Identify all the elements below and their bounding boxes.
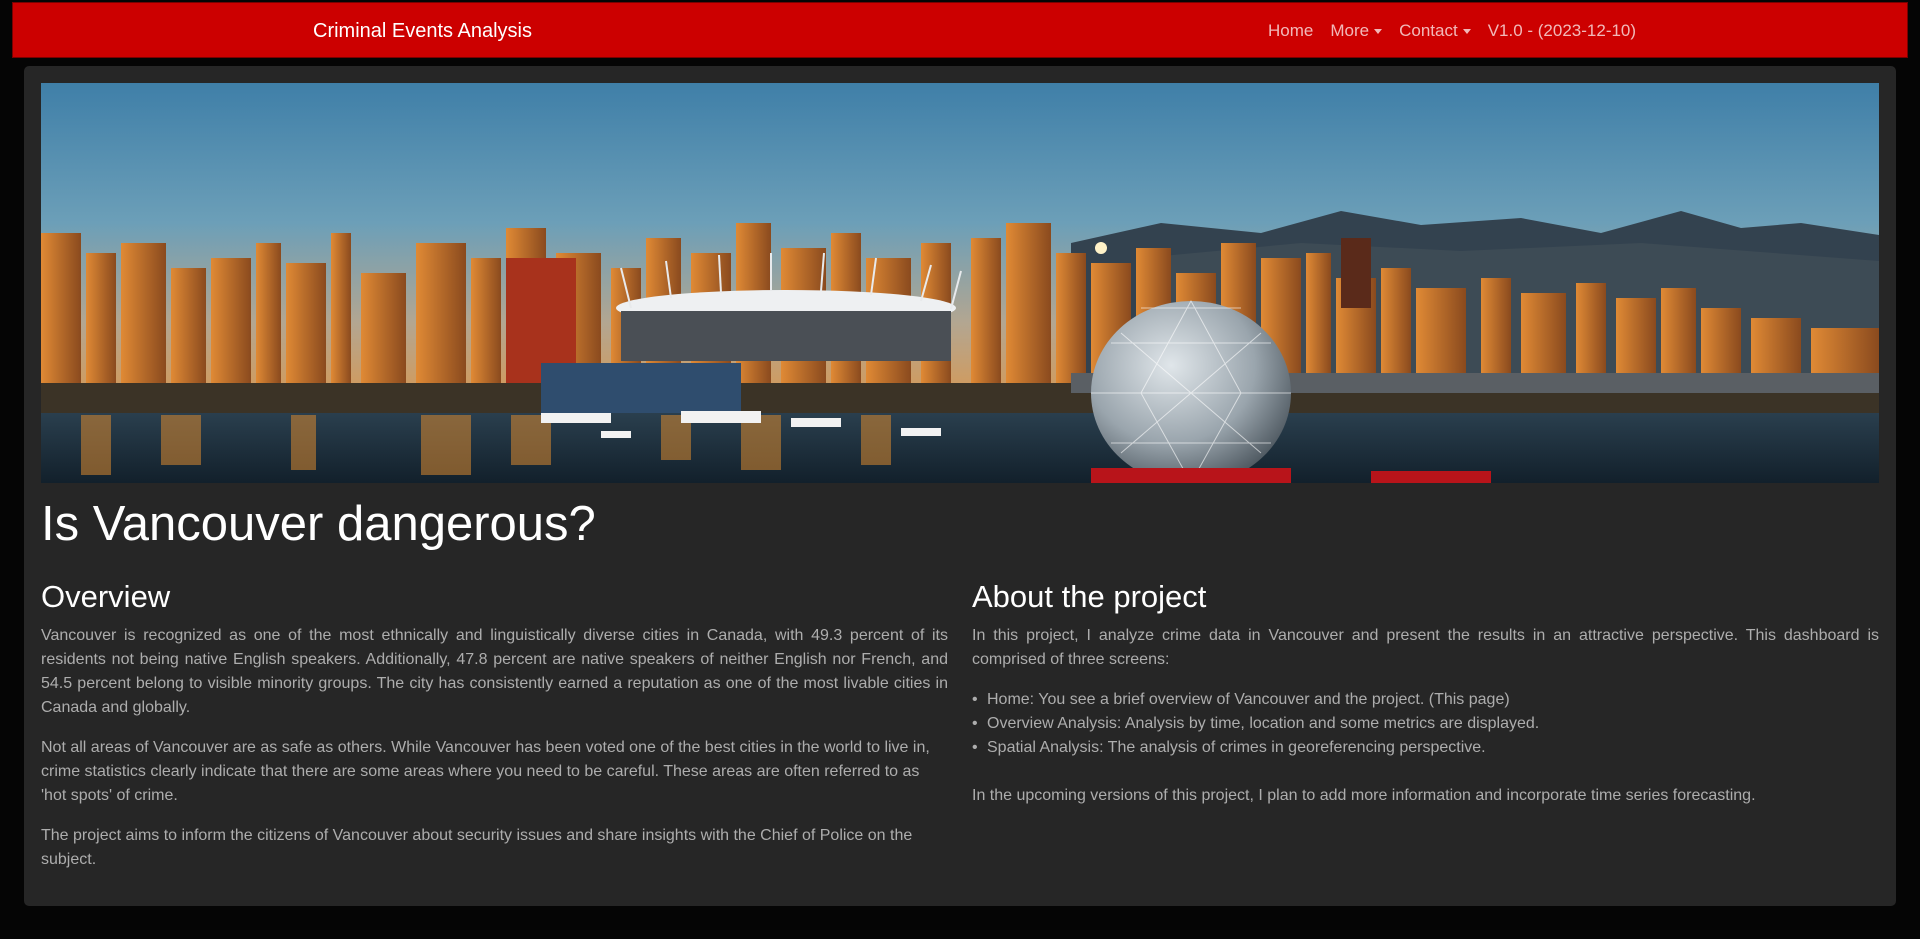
list-item: Overview Analysis: Analysis by time, loc… (972, 712, 1879, 736)
nav-more-label: More (1330, 21, 1370, 40)
list-item: Spatial Analysis: The analysis of crimes… (972, 736, 1879, 760)
chevron-down-icon (1374, 28, 1383, 34)
nav-contact-dropdown[interactable]: Contact (1399, 21, 1471, 41)
about-heading: About the project (972, 579, 1207, 614)
nav-contact-label: Contact (1399, 21, 1458, 40)
overview-paragraph: The project aims to inform the citizens … (41, 827, 913, 868)
nav-links: Home More Contact V1.0 - (2023-12-10) (1268, 3, 1653, 59)
overview-paragraph: Vancouver is recognized as one of the mo… (41, 627, 948, 716)
nav-version-label: V1.0 - (2023-12-10) (1487, 21, 1637, 40)
overview-paragraph: Not all areas of Vancouver are as safe a… (41, 739, 930, 804)
screens-list: Home: You see a brief overview of Vancou… (972, 688, 1879, 760)
overview-section: Overview Vancouver is recognized as one … (41, 579, 948, 888)
about-outro: In the upcoming versions of this project… (972, 787, 1756, 804)
nav-version-link[interactable]: V1.0 - (2023-12-10) (1488, 21, 1636, 41)
page-title: Is Vancouver dangerous? (41, 497, 596, 551)
nav-home-link[interactable]: Home (1268, 21, 1313, 41)
nav-more-dropdown[interactable]: More (1330, 21, 1383, 41)
main-card: Is Vancouver dangerous? Overview Vancouv… (24, 66, 1896, 906)
list-item: Home: You see a brief overview of Vancou… (972, 688, 1879, 712)
top-navbar: Criminal Events Analysis Home More Conta… (12, 2, 1908, 58)
brand-link[interactable]: Criminal Events Analysis (313, 3, 532, 59)
vancouver-skyline-image (41, 83, 1879, 483)
chevron-down-icon (1462, 28, 1471, 34)
about-section: About the project In this project, I ana… (972, 579, 1879, 824)
nav-home-label: Home (1268, 21, 1314, 40)
about-intro: In this project, I analyze crime data in… (972, 627, 1879, 668)
overview-heading: Overview (41, 579, 171, 614)
